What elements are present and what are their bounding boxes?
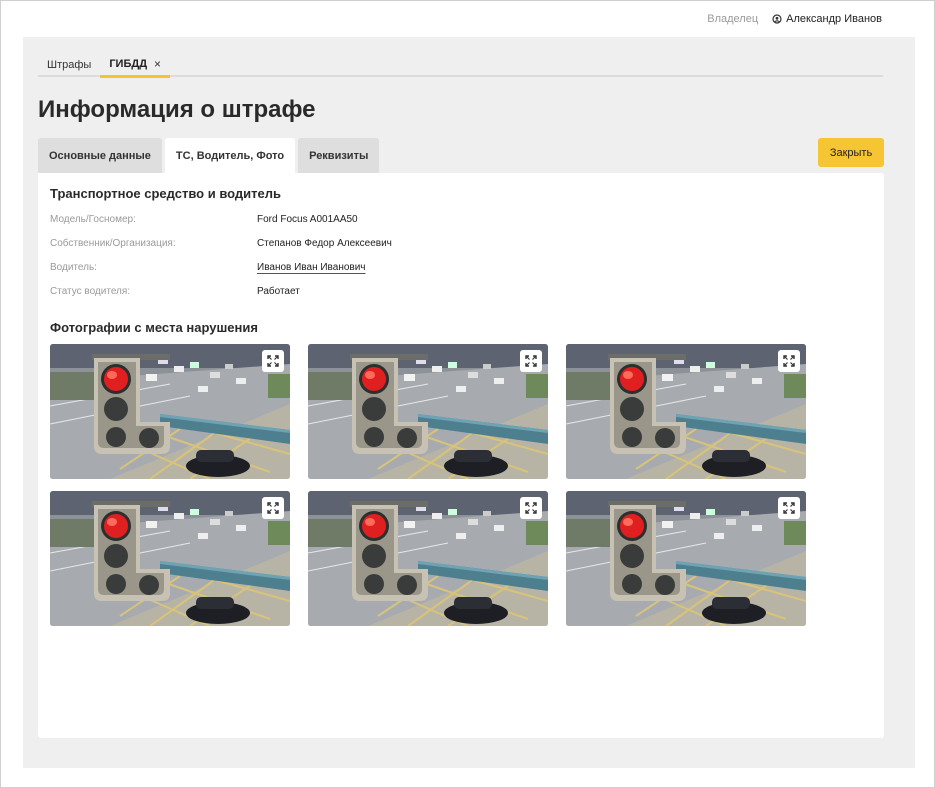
info-value: Степанов Федор Алексеевич xyxy=(257,238,392,249)
expand-icon xyxy=(783,502,795,514)
expand-icon xyxy=(783,355,795,367)
info-label: Модель/Госномер: xyxy=(50,214,136,225)
expand-photo-button[interactable] xyxy=(262,497,284,519)
info-value: Ford Focus A001AA50 xyxy=(257,214,358,225)
photos-section-title: Фотографии с места нарушения xyxy=(50,320,258,335)
info-row-model: Модель/Госномер: Ford Focus A001AA50 xyxy=(50,214,358,225)
top-bar: Владелец Александр Иванов xyxy=(707,11,882,27)
app-tabs: Штрафы ГИБДД × xyxy=(38,53,883,78)
tab-vehicle-driver-photo[interactable]: ТС, Водитель, Фото xyxy=(164,138,296,173)
user-menu[interactable]: Александр Иванов xyxy=(772,13,882,25)
tab-fines[interactable]: Штрафы xyxy=(38,53,100,77)
page-title: Информация о штрафе xyxy=(38,96,316,123)
info-row-owner: Собственник/Организация: Степанов Федор … xyxy=(50,238,392,249)
main-panel: Штрафы ГИБДД × Информация о штрафе Основ… xyxy=(23,37,915,768)
expand-icon xyxy=(267,355,279,367)
tab-requisites[interactable]: Реквизиты xyxy=(298,138,380,173)
tab-fines-label: Штрафы xyxy=(47,59,92,71)
vehicle-section-title: Транспортное средство и водитель xyxy=(50,186,281,201)
traffic-light-photo xyxy=(308,344,548,479)
info-label: Водитель: xyxy=(50,262,97,273)
expand-photo-button[interactable] xyxy=(778,497,800,519)
sub-tabs: Основные данные ТС, Водитель, Фото Рекви… xyxy=(38,138,382,173)
traffic-light-photo xyxy=(566,491,806,626)
expand-photo-button[interactable] xyxy=(520,350,542,372)
info-value: Работает xyxy=(257,286,300,297)
expand-photo-button[interactable] xyxy=(520,497,542,519)
content-card: Транспортное средство и водитель Модель/… xyxy=(38,173,884,738)
role-label: Владелец xyxy=(707,13,759,25)
traffic-light-photo xyxy=(308,491,548,626)
traffic-light-photo xyxy=(50,344,290,479)
tab-main-data[interactable]: Основные данные xyxy=(38,138,162,173)
expand-photo-button[interactable] xyxy=(262,350,284,372)
info-row-driver-status: Статус водителя: Работает xyxy=(50,286,300,297)
expand-icon xyxy=(267,502,279,514)
traffic-light-photo xyxy=(566,344,806,479)
info-row-driver: Водитель: Иванов Иван Иванович xyxy=(50,262,366,273)
violation-photo[interactable] xyxy=(308,491,548,626)
user-location-icon xyxy=(772,13,782,24)
tab-close-icon[interactable]: × xyxy=(154,57,161,71)
close-button[interactable]: Закрыть xyxy=(818,138,884,167)
tab-gibdd-label: ГИБДД xyxy=(109,58,148,70)
violation-photo[interactable] xyxy=(566,491,806,626)
driver-link[interactable]: Иванов Иван Иванович xyxy=(257,262,366,273)
tab-gibdd[interactable]: ГИБДД × xyxy=(100,53,171,78)
traffic-light-photo xyxy=(50,491,290,626)
expand-icon xyxy=(525,355,537,367)
violation-photo[interactable] xyxy=(566,344,806,479)
violation-photo[interactable] xyxy=(50,344,290,479)
violation-photo[interactable] xyxy=(50,491,290,626)
user-name: Александр Иванов xyxy=(786,13,882,25)
expand-photo-button[interactable] xyxy=(778,350,800,372)
expand-icon xyxy=(525,502,537,514)
info-label: Собственник/Организация: xyxy=(50,238,176,249)
violation-photo[interactable] xyxy=(308,344,548,479)
info-label: Статус водителя: xyxy=(50,286,131,297)
app-frame: Владелец Александр Иванов Штрафы ГИБДД ×… xyxy=(0,0,935,788)
